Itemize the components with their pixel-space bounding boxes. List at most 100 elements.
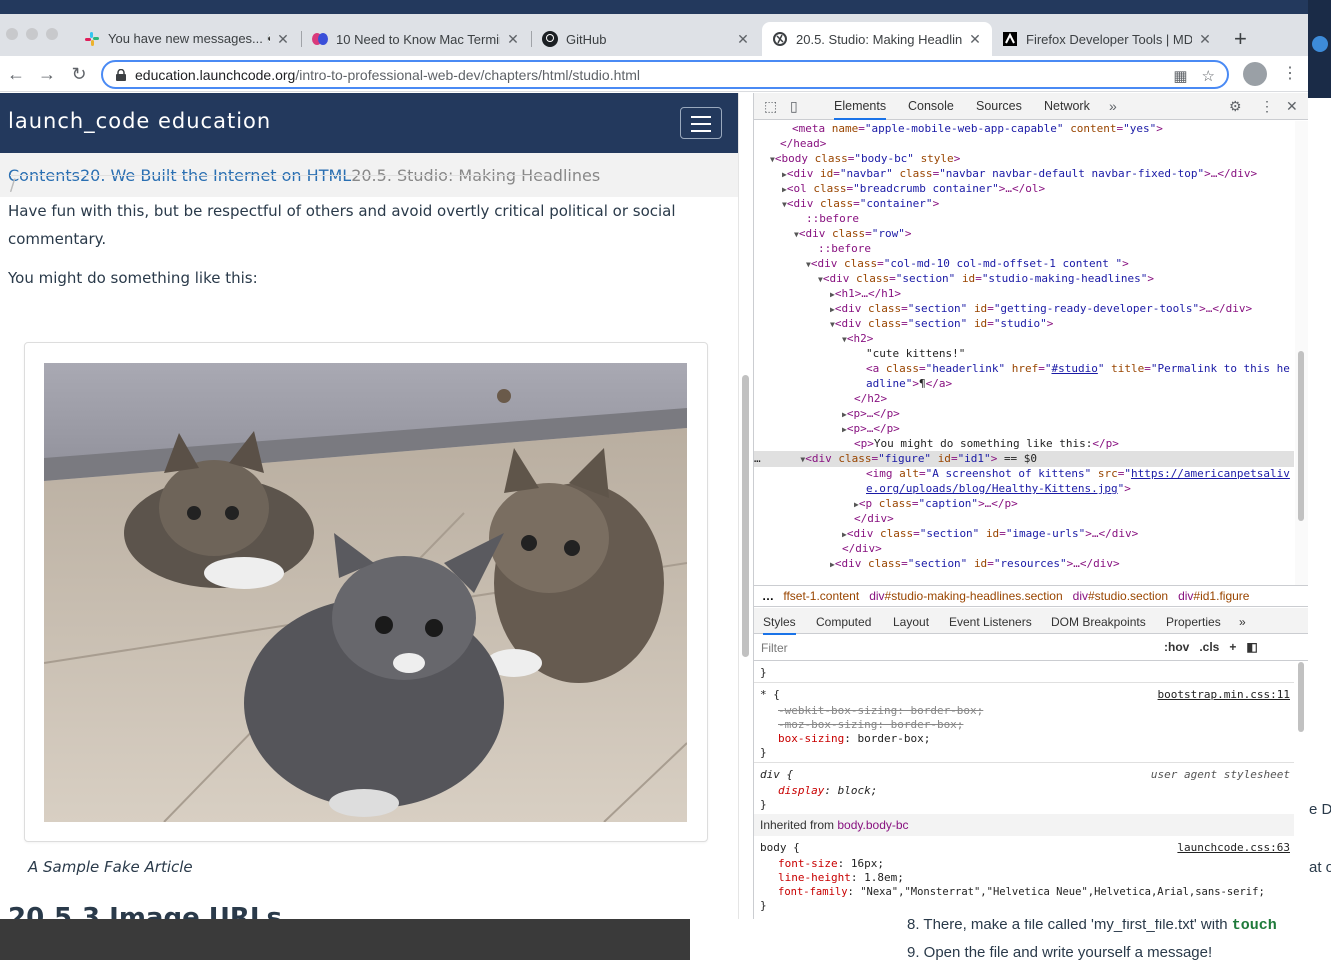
back-icon[interactable]: ← (6, 64, 26, 84)
crumb-item[interactable]: div#studio.section (1073, 589, 1168, 603)
mdn-icon (1002, 31, 1018, 47)
tab-elements[interactable]: Elements (834, 99, 887, 120)
css-property[interactable]: line-height: 1.8em; (778, 871, 904, 885)
rule-source-link[interactable]: launchcode.css:63 (1177, 841, 1290, 855)
site-logo[interactable]: launch_code education (8, 109, 271, 133)
dom-node[interactable]: "cute kittens!" (866, 346, 965, 361)
css-property[interactable]: font-size: 16px; (778, 857, 884, 871)
crumb-item[interactable]: div#studio-making-headlines.section (869, 589, 1062, 603)
tab-console[interactable]: Console (908, 99, 954, 113)
devtools-menu-icon[interactable]: ⋮ (1260, 98, 1274, 115)
dom-node[interactable]: ▶<p class="caption">…</p> (854, 496, 1018, 512)
qr-code-icon[interactable]: ▦ (1173, 67, 1187, 85)
browser-window: You have new messages... 👀 ✕ 10 Need to … (0, 14, 1308, 919)
css-property[interactable]: box-sizing: border-box; (778, 732, 930, 746)
close-icon[interactable]: ✕ (276, 31, 290, 48)
window-controls[interactable] (6, 28, 58, 40)
tab-styles[interactable]: Styles (763, 615, 796, 635)
crumb-item[interactable]: ffset-1.content (783, 589, 859, 603)
site-navbar: launch_code education (0, 93, 738, 153)
page-scrollbar[interactable] (738, 93, 752, 919)
dom-node[interactable]: ▶<div id="navbar" class="navbar navbar-d… (782, 166, 1257, 182)
filter-input[interactable]: Filter (761, 641, 788, 655)
tab-properties[interactable]: Properties (1166, 615, 1221, 629)
rule-selector[interactable]: div { (760, 768, 793, 782)
crumb-item[interactable]: div#id1.figure (1178, 589, 1249, 603)
dom-node[interactable]: </h2> (854, 391, 887, 406)
dom-node[interactable]: adline">¶</a> (866, 376, 952, 391)
dom-node[interactable]: ::before (818, 241, 871, 256)
profile-avatar[interactable] (1243, 62, 1267, 86)
css-property[interactable]: font-family: "Nexa","Monsterrat","Helvet… (778, 885, 1265, 899)
tab-event-listeners[interactable]: Event Listeners (949, 615, 1032, 629)
forward-icon[interactable]: → (37, 64, 57, 84)
dom-node[interactable]: <p>You might do something like this:</p> (854, 436, 1119, 451)
dom-node[interactable]: ▼<div class="section" id="studio"> (830, 316, 1053, 332)
reload-icon[interactable]: ↻ (69, 64, 89, 84)
sidebar-toggle-icon[interactable]: ◧ (1246, 640, 1257, 654)
dom-node[interactable]: ▶<div class="section" id="resources">…</… (830, 556, 1120, 572)
tab-layout[interactable]: Layout (893, 615, 929, 629)
dom-node[interactable]: ▶<h1>…</h1> (830, 286, 901, 302)
dom-node[interactable]: <meta name="apple-mobile-web-app-capable… (792, 121, 1163, 136)
styles-scrollbar[interactable] (1295, 662, 1308, 919)
dom-node[interactable]: ▶<div class="section" id="image-urls">…<… (842, 526, 1138, 542)
url-path: /intro-to-professional-web-dev/chapters/… (295, 66, 641, 83)
class-toggle-button[interactable]: .cls (1199, 640, 1219, 654)
rule-selector[interactable]: body { (760, 841, 800, 855)
dom-node[interactable]: </div> (842, 541, 882, 556)
more-tabs-icon[interactable]: » (1109, 98, 1117, 114)
dom-node[interactable]: ▼<div class="section" id="studio-making-… (818, 271, 1154, 287)
dom-node[interactable]: ::before (806, 211, 859, 226)
dom-node[interactable]: </div> (854, 511, 894, 526)
bookmark-star-icon[interactable]: ☆ (1202, 67, 1215, 85)
section-heading: 20.5.3 Image URLs (8, 903, 282, 919)
new-tab-icon[interactable]: + (1234, 26, 1247, 52)
close-icon[interactable]: ✕ (1286, 98, 1298, 115)
tab-mdn[interactable]: Firefox Developer Tools | MD ✕ (992, 22, 1222, 56)
dom-node[interactable]: <a class="headerlink" href="#studio" tit… (866, 361, 1290, 376)
dom-node[interactable]: ▼<div class="container"> (782, 196, 939, 212)
rule-selector[interactable]: * { (760, 688, 780, 702)
browser-menu-icon[interactable]: ⋮ (1282, 64, 1298, 84)
dom-node[interactable]: ▶<p>…</p> (842, 406, 900, 422)
dom-node[interactable]: ▼<h2> (842, 331, 873, 347)
dom-node[interactable]: ▼<div class="col-md-10 col-md-offset-1 c… (806, 256, 1129, 272)
css-property-overridden[interactable]: -webkit-box-sizing: border-box; (778, 704, 983, 718)
dom-node[interactable]: ▶<p>…</p> (842, 421, 900, 437)
hover-state-button[interactable]: :hov (1164, 640, 1189, 654)
dom-node[interactable]: ▼<body class="body-bc" style> (770, 151, 960, 167)
hamburger-menu-icon[interactable] (680, 107, 722, 139)
tab-sources[interactable]: Sources (976, 99, 1022, 113)
css-property-overridden[interactable]: -moz-box-sizing: border-box; (778, 718, 963, 732)
tab-dom-breakpoints[interactable]: DOM Breakpoints (1051, 615, 1146, 629)
dom-node[interactable]: ▼<div class="row"> (794, 226, 911, 242)
dom-node[interactable]: </head> (780, 136, 826, 151)
dom-node[interactable]: e.org/uploads/blog/Healthy-Kittens.jpg"> (866, 481, 1131, 496)
dom-node[interactable]: ▶<div class="section" id="getting-ready-… (830, 301, 1252, 317)
close-icon[interactable]: ✕ (506, 31, 520, 48)
tab-github[interactable]: GitHub ✕ (532, 22, 760, 56)
dom-node[interactable]: ▶<ol class="breadcrumb container">…</ol> (782, 181, 1045, 197)
close-icon[interactable]: ✕ (736, 31, 750, 48)
close-icon[interactable]: ✕ (1198, 31, 1212, 48)
more-tabs-icon[interactable]: » (1239, 615, 1246, 629)
tab-studio[interactable]: 20.5. Studio: Making Headlin ✕ (762, 22, 992, 56)
dom-node-selected[interactable]: … ▼<div class="figure" id="id1"> == $0 (754, 451, 1294, 467)
close-icon[interactable]: ✕ (968, 31, 982, 48)
gear-icon[interactable]: ⚙ (1229, 98, 1242, 115)
dom-node[interactable]: <img alt="A screenshot of kittens" src="… (866, 466, 1290, 481)
inspect-element-icon[interactable]: ⬚ (764, 98, 777, 115)
add-rule-icon[interactable]: + (1229, 640, 1236, 654)
tab-title: 10 Need to Know Mac Termin (336, 31, 500, 47)
css-property[interactable]: display: block; (778, 784, 877, 798)
address-bar[interactable]: education.launchcode.org/intro-to-profes… (101, 60, 1229, 89)
rule-source-link[interactable]: bootstrap.min.css:11 (1158, 688, 1290, 702)
tab-title: You have new messages... 👀 (108, 31, 270, 46)
tab-mac-terminal[interactable]: 10 Need to Know Mac Termin ✕ (302, 22, 530, 56)
tab-network[interactable]: Network (1044, 99, 1090, 113)
tab-slack[interactable]: You have new messages... 👀 ✕ (74, 22, 300, 56)
dom-scrollbar[interactable] (1295, 121, 1308, 591)
tab-computed[interactable]: Computed (816, 615, 871, 629)
device-toolbar-icon[interactable]: ▯ (790, 98, 798, 115)
